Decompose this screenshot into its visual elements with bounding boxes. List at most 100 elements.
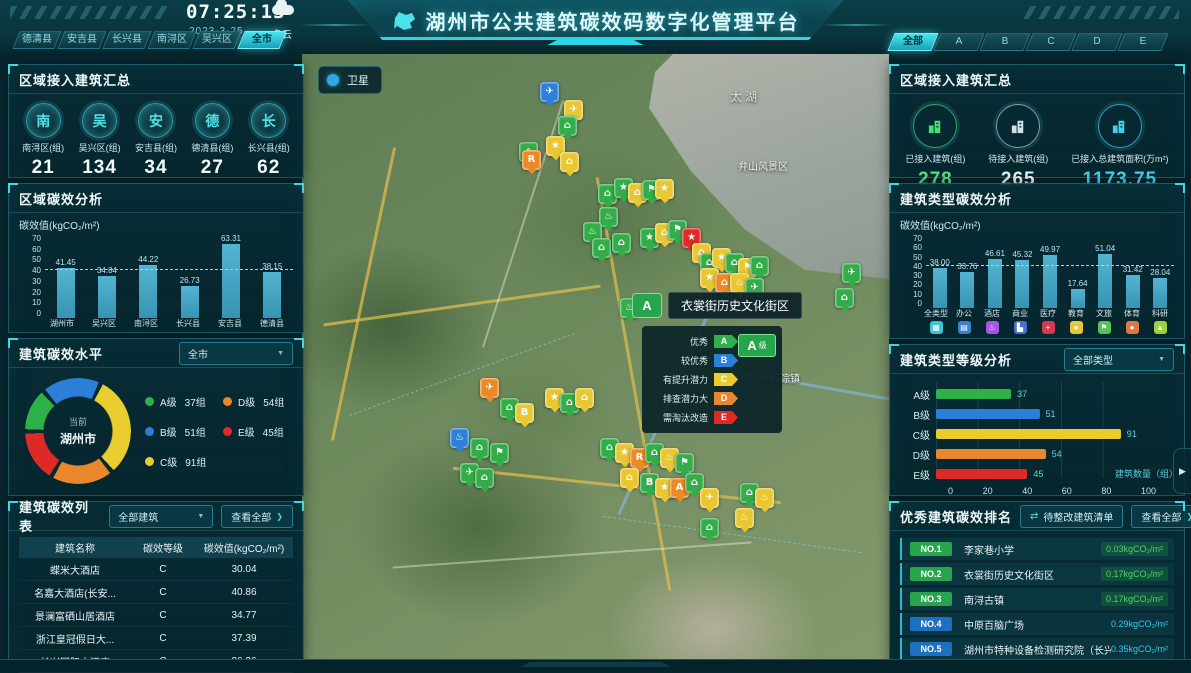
panel-next-arrow[interactable]	[1173, 448, 1191, 494]
map-marker[interactable]: ♨	[755, 488, 774, 508]
marker-icon: B	[646, 478, 654, 488]
medical-icon: +	[1042, 321, 1055, 334]
view-all-button[interactable]: 查看全部 ❯	[221, 505, 293, 528]
satellite-map[interactable]: 卫星 太湖弁山风景区石淙镇 ✈✈⌂★⌂R⌂⌂★⌂⚑★♨♨⌂⌂★⌂⚑★⌂⌂★⌂⚑⌂…	[302, 54, 889, 660]
map-marker[interactable]: ★	[655, 179, 674, 199]
bar-value-label: 63.31	[221, 234, 241, 243]
map-marker[interactable]: ♨	[450, 428, 469, 448]
table-row[interactable]: 蝶米大酒店C30.04	[19, 558, 293, 581]
panel-access-summary: 区域接入建筑汇总 已接入建筑(组)278待接入建筑(组)265已接入总建筑面积(…	[889, 64, 1185, 178]
region-circle-icon: 长	[251, 103, 286, 138]
x-category-label: 商业	[1006, 308, 1034, 319]
map-marker[interactable]: ⌂	[835, 288, 854, 308]
type-filter-dropdown[interactable]: 全部类型 ▼	[1064, 348, 1174, 371]
map-marker[interactable]: ⚑	[490, 443, 509, 463]
y-axis-ticks: 706050403020100	[19, 234, 45, 318]
x-tick: 100	[1141, 486, 1156, 496]
grade-legend-row: 排查潜力大D	[650, 392, 772, 405]
marker-icon: ⌂	[598, 243, 605, 253]
region-item[interactable]: 吴吴兴区(组)134	[72, 103, 128, 179]
tab-德清县[interactable]: 德清县	[16, 31, 58, 49]
map-marker[interactable]: R	[522, 150, 541, 170]
marker-icon: ♨	[735, 278, 744, 288]
ranking-row[interactable]: NO.3南浔古镇0.17kgCO₂/m²	[900, 588, 1174, 610]
bar-chart-bars: 38.0033.7646.6145.3249.9717.6451.0431.42…	[926, 234, 1174, 308]
map-marker[interactable]: ⌂	[558, 116, 577, 136]
y-tick: 20	[900, 280, 922, 289]
map-marker[interactable]: ⌂	[560, 152, 579, 172]
ranking-row[interactable]: NO.1李家巷小学0.03kgCO₂/m²	[900, 538, 1174, 560]
tab-C[interactable]: C	[1029, 33, 1073, 51]
table-row[interactable]: 名嘉大酒店(长安...C40.86	[19, 581, 293, 604]
map-marker[interactable]: ⌂	[620, 468, 639, 488]
ranking-row[interactable]: NO.4中原百脑广场0.29kgCO₂/m²	[900, 613, 1174, 635]
map-marker[interactable]: ♨	[735, 508, 754, 528]
satellite-toggle[interactable]: 卫星	[318, 66, 382, 94]
tab-B[interactable]: B	[983, 33, 1027, 51]
map-marker[interactable]: ⌂	[700, 518, 719, 538]
bar-group: 33.76	[954, 234, 982, 308]
region-item[interactable]: 德德清县(组)27	[184, 103, 240, 179]
bar-value-label: 28.04	[1150, 268, 1170, 277]
ranking-row[interactable]: NO.5湖州市特种设备检测研究院（长兴）0.35kgCO₂/m²	[900, 638, 1174, 660]
hbar-track: 45	[936, 469, 1172, 479]
map-marker[interactable]: ✈	[480, 378, 499, 398]
bar-chart-plot: 41.4534.8444.2226.7363.3138.15	[45, 234, 293, 318]
toggle-dot-icon	[327, 74, 339, 86]
building-table: 建筑名称碳效等级碳效值(kgCO₂/m²)蝶米大酒店C30.04名嘉大酒店(长安…	[19, 537, 293, 673]
tab-安吉县[interactable]: 安吉县	[61, 31, 103, 49]
table-row[interactable]: 浙江皇冠假日大...C37.39	[19, 627, 293, 650]
map-marker[interactable]: ⌂	[612, 233, 631, 253]
marker-icon: ✈	[545, 87, 553, 97]
building-filter-dropdown[interactable]: 全部建筑 ▼	[109, 505, 213, 528]
tab-长兴县[interactable]: 长兴县	[106, 31, 148, 49]
tab-全部[interactable]: 全部	[891, 33, 935, 51]
map-marker[interactable]: ⌂	[575, 388, 594, 408]
category-icon-wrap: ▦	[922, 321, 950, 334]
x-tick: 0	[948, 486, 953, 496]
map-marker[interactable]: ⌂	[475, 468, 494, 488]
tab-E[interactable]: E	[1121, 33, 1165, 51]
marker-icon: ♨	[588, 227, 597, 237]
rectify-list-button[interactable]: ⇄ 待整改建筑清单	[1020, 505, 1123, 528]
dropdown-value: 全市	[188, 346, 208, 361]
map-marker[interactable]: ⌂	[470, 438, 489, 458]
donut-legend-item: B级51组	[145, 424, 217, 439]
x-tick: 80	[1101, 486, 1111, 496]
research-icon: ▲	[1154, 321, 1167, 334]
marker-icon: ♨	[665, 453, 674, 463]
map-marker[interactable]: ⌂	[750, 256, 769, 276]
ranking-row[interactable]: NO.2衣裳街历史文化街区0.17kgCO₂/m²	[900, 563, 1174, 585]
building-tooltip[interactable]: A 衣裳街历史文化街区	[632, 292, 802, 319]
map-marker[interactable]: ✈	[700, 488, 719, 508]
legend-dot-icon	[145, 427, 154, 436]
view-all-button[interactable]: 查看全部 ❯	[1131, 505, 1191, 528]
bar-group: 63.31	[210, 234, 251, 318]
marker-icon: ⌂	[841, 293, 848, 303]
grade-legend-label: 优秀	[690, 335, 708, 348]
tab-全市[interactable]: 全市	[241, 31, 283, 49]
map-marker[interactable]: ✈	[842, 263, 861, 283]
tab-D[interactable]: D	[1075, 33, 1119, 51]
map-marker[interactable]: ⚑	[675, 453, 694, 473]
donut-legend-item: D级54组	[223, 394, 295, 409]
map-marker[interactable]: ✈	[540, 82, 559, 102]
grade-chip: C	[714, 373, 738, 386]
tab-A[interactable]: A	[937, 33, 981, 51]
region-item[interactable]: 长长兴县(组)62	[241, 103, 297, 179]
city-dropdown[interactable]: 全市 ▼	[179, 342, 293, 365]
region-item[interactable]: 安安吉县(组)34	[128, 103, 184, 179]
hbar-rows: A级37B级51C级91D级54E级45	[902, 384, 1172, 484]
cloudy-weather-icon	[272, 5, 294, 15]
table-row[interactable]: 景澜富硒山居酒店C34.77	[19, 604, 293, 627]
map-marker[interactable]: ⌂	[592, 238, 611, 258]
x-tick: 40	[1022, 486, 1032, 496]
panel-grade-analysis: 建筑类型等级分析 全部类型 ▼ A级37B级51C级91D级54E级45 020…	[889, 344, 1185, 496]
cell-building-name: 景澜富硒山居酒店	[19, 608, 131, 623]
column-header: 建筑名称	[19, 540, 131, 555]
cell-value: 40.86	[195, 587, 293, 598]
region-item[interactable]: 南南浔区(组)21	[15, 103, 71, 179]
tab-南浔区[interactable]: 南浔区	[151, 31, 193, 49]
tab-吴兴区[interactable]: 吴兴区	[196, 31, 238, 49]
map-marker[interactable]: B	[515, 403, 534, 423]
